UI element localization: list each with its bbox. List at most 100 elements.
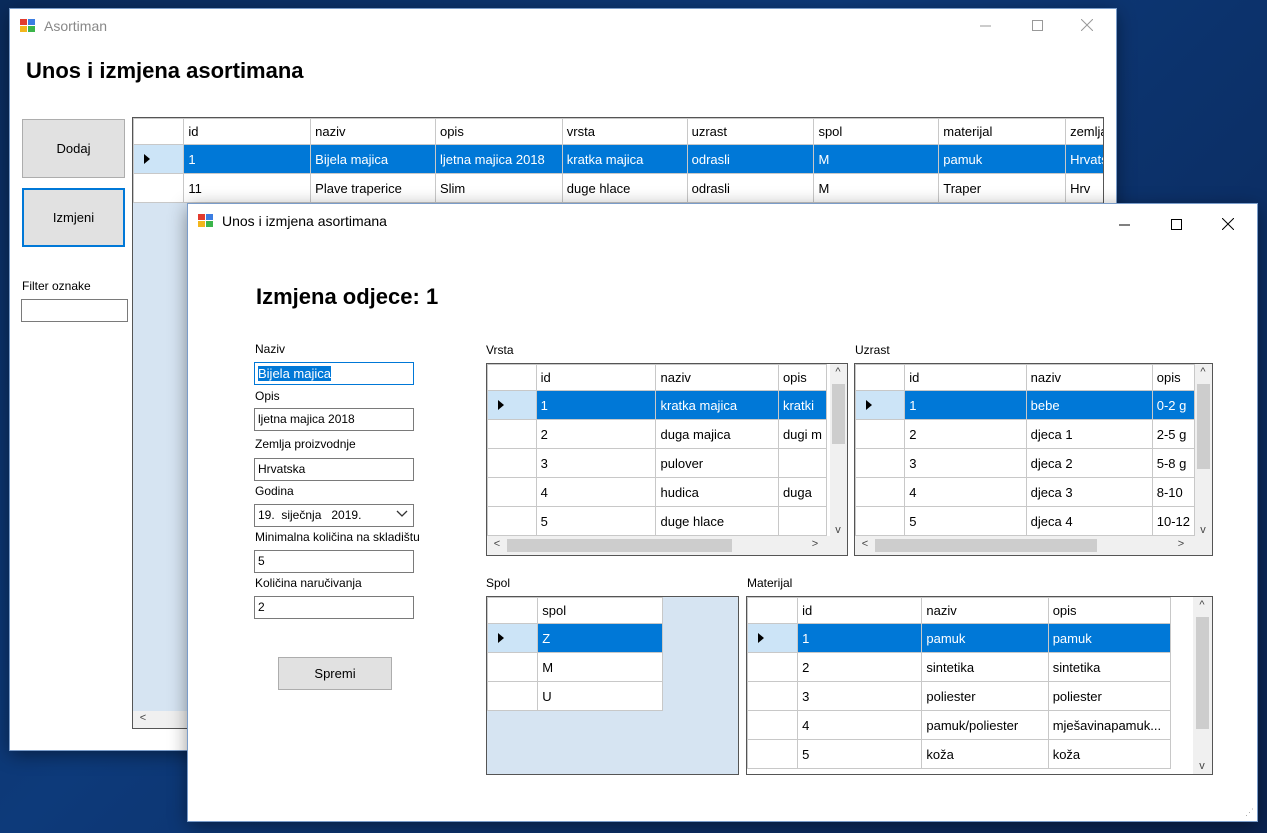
row-header[interactable]: [855, 390, 906, 420]
table-cell[interactable]: kratki: [777, 390, 828, 420]
add-button[interactable]: Dodaj: [22, 119, 125, 178]
row-header[interactable]: [487, 681, 539, 711]
uzrast-vertical-scrollbar[interactable]: ^ v: [1195, 364, 1212, 538]
table-cell[interactable]: 2: [797, 652, 923, 682]
table-cell[interactable]: [777, 506, 828, 536]
dialog-titlebar[interactable]: Unos i izmjena asortimana: [188, 204, 1257, 240]
table-cell[interactable]: 2: [535, 419, 657, 449]
table-row[interactable]: 11 Plave traperice Slim duge hlace odrasli M T…: [133, 173, 1103, 203]
table-cell[interactable]: 2-5 g: [1151, 419, 1196, 449]
table-cell[interactable]: Bijela majica: [310, 144, 436, 174]
row-header[interactable]: [133, 173, 185, 203]
table-cell[interactable]: duge hlace: [561, 173, 688, 203]
table-cell[interactable]: djeca 4: [1025, 506, 1153, 536]
column-header-naziv[interactable]: naziv: [1025, 364, 1153, 391]
table-row[interactable]: 4 hudica duga: [487, 477, 828, 507]
vrsta-grid[interactable]: id naziv opis 1 kratka majica kratki 2 duga maj…: [486, 363, 848, 556]
column-header-id[interactable]: id: [797, 597, 923, 624]
spol-grid[interactable]: spol Z M U: [486, 596, 739, 775]
table-cell[interactable]: Plave traperice: [310, 173, 436, 203]
table-cell[interactable]: Traper: [938, 173, 1067, 203]
table-cell[interactable]: duga: [777, 477, 828, 507]
column-header-zemlja[interactable]: zemlja: [1065, 118, 1103, 145]
naziv-field[interactable]: Bijela majica: [254, 362, 414, 385]
column-header-uzrast[interactable]: uzrast: [686, 118, 815, 145]
row-header[interactable]: [487, 477, 537, 507]
table-cell[interactable]: hudica: [655, 477, 779, 507]
column-header-opis[interactable]: opis: [777, 364, 828, 391]
table-row[interactable]: 2 djeca 1 2-5 g: [855, 419, 1196, 449]
vrsta-horizontal-scrollbar[interactable]: < >: [487, 536, 847, 555]
edit-button[interactable]: Izmjeni: [22, 188, 125, 247]
row-header[interactable]: [747, 652, 799, 682]
table-cell[interactable]: pamuk: [1047, 623, 1172, 653]
column-header-materijal[interactable]: materijal: [938, 118, 1067, 145]
column-header-spol[interactable]: spol: [813, 118, 940, 145]
table-row[interactable]: 5 duge hlace: [487, 506, 828, 536]
main-titlebar[interactable]: Asortiman: [10, 9, 1116, 45]
table-cell[interactable]: duge hlace: [655, 506, 779, 536]
row-header[interactable]: [487, 506, 537, 536]
scroll-left-icon[interactable]: <: [135, 712, 151, 724]
table-cell[interactable]: M: [537, 652, 663, 682]
table-cell[interactable]: djeca 2: [1025, 448, 1153, 478]
row-header[interactable]: [747, 710, 799, 740]
column-header-vrsta[interactable]: vrsta: [561, 118, 688, 145]
row-header[interactable]: [747, 623, 799, 653]
table-row[interactable]: U: [487, 681, 663, 711]
table-cell[interactable]: 10-12: [1151, 506, 1196, 536]
scroll-left-icon[interactable]: <: [857, 538, 873, 550]
column-header-opis[interactable]: opis: [434, 118, 563, 145]
table-cell[interactable]: 5: [535, 506, 657, 536]
scroll-down-icon[interactable]: v: [830, 524, 846, 536]
table-cell[interactable]: 1: [183, 144, 312, 174]
table-cell[interactable]: kratka majica: [561, 144, 688, 174]
table-row[interactable]: 2 duga majica dugi m: [487, 419, 828, 449]
table-row[interactable]: 3 pulover: [487, 448, 828, 478]
table-cell[interactable]: 3: [904, 448, 1027, 478]
table-cell[interactable]: pamuk: [938, 144, 1067, 174]
table-row[interactable]: 1 Bijela majica ljetna majica 2018 kratka m…: [133, 144, 1103, 174]
column-header-id[interactable]: id: [535, 364, 657, 391]
row-header[interactable]: [487, 652, 539, 682]
table-cell[interactable]: 3: [797, 681, 923, 711]
row-header[interactable]: [855, 477, 906, 507]
dialog-close-icon[interactable]: [1205, 208, 1251, 240]
row-header[interactable]: [855, 419, 906, 449]
table-cell[interactable]: mješavinapamuk...: [1047, 710, 1172, 740]
column-header-id[interactable]: id: [183, 118, 312, 145]
table-cell[interactable]: poliester: [1047, 681, 1172, 711]
row-header[interactable]: [855, 506, 906, 536]
table-cell[interactable]: poliester: [921, 681, 1049, 711]
column-header-opis[interactable]: opis: [1047, 597, 1172, 624]
table-cell[interactable]: pulover: [655, 448, 779, 478]
scroll-thumb[interactable]: [1197, 384, 1210, 469]
scroll-thumb[interactable]: [832, 384, 845, 444]
table-row[interactable]: 3 poliester poliester: [747, 681, 1172, 711]
table-cell[interactable]: odrasli: [686, 173, 815, 203]
materijal-vertical-scrollbar[interactable]: ^ v: [1193, 597, 1212, 774]
table-cell[interactable]: [777, 448, 828, 478]
dialog-maximize-icon[interactable]: [1153, 208, 1199, 240]
table-row[interactable]: 4 pamuk/poliester mješavinapamuk...: [747, 710, 1172, 740]
godina-datepicker[interactable]: 19. siječnja 2019.: [254, 504, 414, 527]
table-cell[interactable]: ljetna majica 2018: [434, 144, 563, 174]
table-cell[interactable]: djeca 1: [1025, 419, 1153, 449]
scroll-down-icon[interactable]: v: [1195, 524, 1211, 536]
table-row[interactable]: 2 sintetika sintetika: [747, 652, 1172, 682]
table-cell[interactable]: M: [813, 144, 940, 174]
column-header-spol[interactable]: spol: [537, 597, 663, 624]
table-row[interactable]: 5 koža koža: [747, 739, 1172, 769]
dialog-minimize-icon[interactable]: [1101, 208, 1147, 240]
table-row[interactable]: 5 djeca 4 10-12: [855, 506, 1196, 536]
scroll-thumb[interactable]: [507, 539, 732, 552]
table-cell[interactable]: 8-10: [1151, 477, 1196, 507]
table-cell[interactable]: pamuk: [921, 623, 1049, 653]
table-row[interactable]: M: [487, 652, 663, 682]
table-cell[interactable]: Hrvats: [1065, 144, 1103, 174]
table-cell[interactable]: duga majica: [655, 419, 779, 449]
table-row[interactable]: 4 djeca 3 8-10: [855, 477, 1196, 507]
table-cell[interactable]: kratka majica: [655, 390, 779, 420]
table-cell[interactable]: sintetika: [1047, 652, 1172, 682]
table-cell[interactable]: 4: [535, 477, 657, 507]
